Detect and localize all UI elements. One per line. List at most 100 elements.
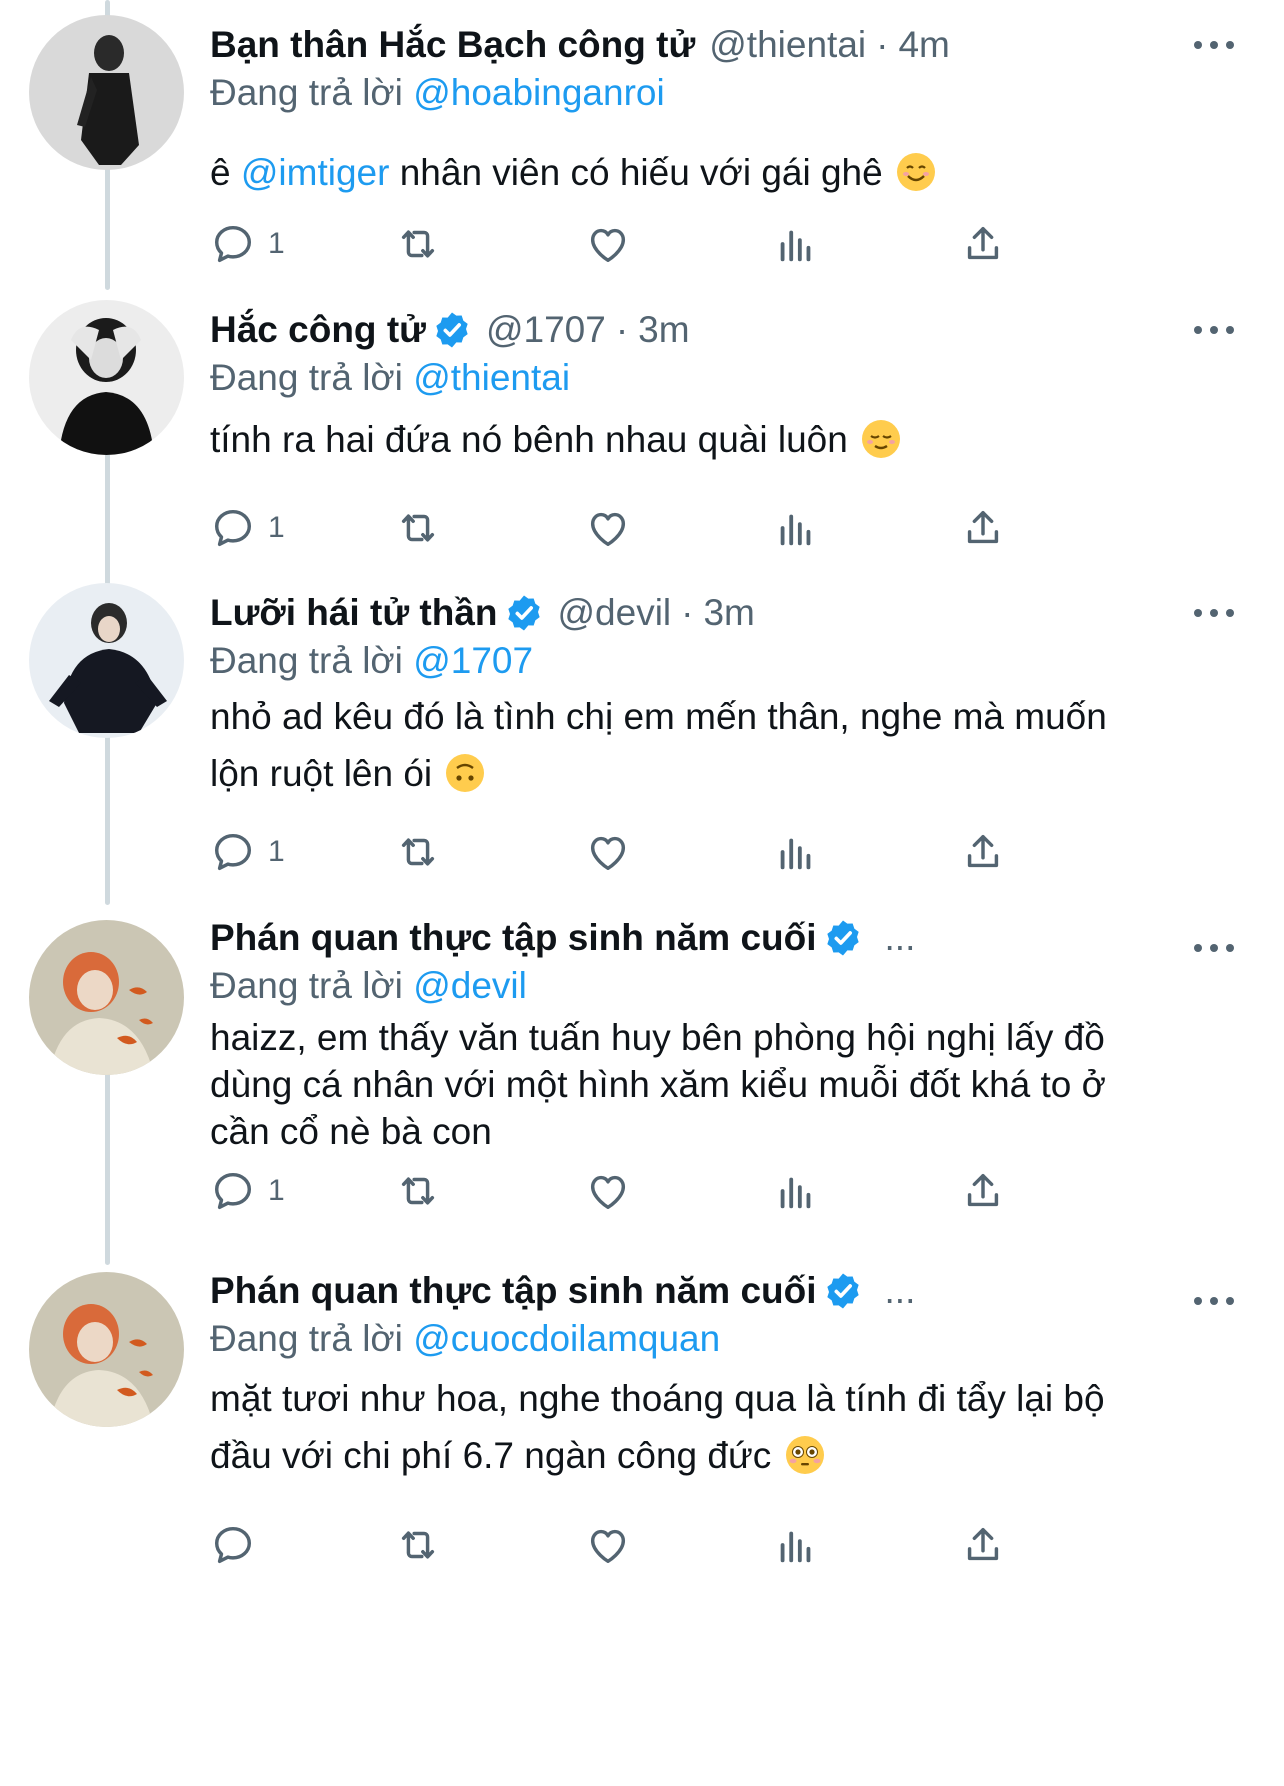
share-button[interactable]: [960, 214, 1006, 274]
tweet-text: ê @imtiger nhân viên có hiếu với gái ghê: [210, 148, 1224, 198]
more-options-icon[interactable]: [1194, 30, 1234, 60]
tweet-text: tính ra hai đứa nó bênh nhau quài luôn: [210, 415, 1224, 465]
flushed-face-icon: [785, 1436, 824, 1474]
reply-button[interactable]: 1: [210, 1161, 285, 1221]
avatar[interactable]: [29, 15, 184, 170]
share-icon: [967, 1173, 999, 1207]
views-button[interactable]: [773, 214, 819, 274]
avatar[interactable]: [29, 920, 184, 1075]
timestamp[interactable]: 3m: [703, 588, 754, 638]
replying-to: Đang trả lời @thientai: [210, 353, 570, 403]
tweet-5[interactable]: Phán quan thực tập sinh năm cuối ... Đan…: [0, 1250, 1284, 1786]
reply-to-mention[interactable]: @hoabinganroi: [413, 72, 665, 113]
retweet-button[interactable]: [395, 498, 441, 558]
text-segment: tính ra hai đứa nó bênh nhau quài luôn: [210, 419, 848, 460]
separator: ·: [876, 24, 889, 65]
more-options-icon[interactable]: [1194, 1286, 1234, 1316]
retweet-icon: [401, 230, 435, 258]
heart-icon: [590, 1529, 626, 1564]
share-icon: [967, 510, 999, 544]
tweet-actions: [210, 1515, 1140, 1575]
replying-to: Đang trả lời @cuocdoilamquan: [210, 1314, 720, 1364]
verified-badge-icon: [504, 593, 544, 633]
user-handle[interactable]: @thientai: [709, 20, 866, 70]
text-line: dùng cá nhân với một hình xăm kiểu muỗi …: [210, 1064, 1106, 1105]
text-line: cần cổ nè bà con: [210, 1111, 492, 1152]
reply-count: 1: [268, 511, 285, 544]
text-line: mặt tươi như hoa, nghe thoáng qua là tín…: [210, 1378, 1105, 1419]
tweet-header: Phán quan thực tập sinh năm cuối ...: [210, 1266, 1174, 1316]
retweet-button[interactable]: [395, 1515, 441, 1575]
reply-button[interactable]: [210, 1515, 268, 1575]
retweet-button[interactable]: [395, 214, 441, 274]
more-options-icon[interactable]: [1194, 933, 1234, 963]
like-button[interactable]: [585, 1161, 631, 1221]
tweet-1[interactable]: Bạn thân Hắc Bạch công tử @thientai · 4m…: [0, 0, 1284, 290]
text-line: nhỏ ad kêu đó là tình chị em mến thân, n…: [210, 696, 1107, 737]
share-button[interactable]: [960, 498, 1006, 558]
reply-button[interactable]: 1: [210, 498, 285, 558]
replying-to: Đang trả lời @hoabinganroi: [210, 68, 665, 118]
analytics-icon: [780, 230, 811, 262]
reply-to-mention[interactable]: @cuocdoilamquan: [413, 1318, 720, 1359]
share-button[interactable]: [960, 1515, 1006, 1575]
display-name[interactable]: Hắc công tử: [210, 305, 426, 355]
mention-link[interactable]: @imtiger: [241, 152, 390, 193]
user-handle[interactable]: @devil: [558, 588, 672, 638]
reply-count: 1: [268, 835, 285, 868]
avatar[interactable]: [29, 1272, 184, 1427]
share-button[interactable]: [960, 822, 1006, 882]
more-options-icon[interactable]: [1194, 598, 1234, 628]
views-button[interactable]: [773, 498, 819, 558]
reply-to-mention[interactable]: @thientai: [413, 357, 570, 398]
share-button[interactable]: [960, 1161, 1006, 1221]
views-button[interactable]: [773, 822, 819, 882]
heart-icon: [590, 836, 626, 871]
reply-button[interactable]: 1: [210, 214, 285, 274]
retweet-button[interactable]: [395, 822, 441, 882]
reply-to-mention[interactable]: @devil: [413, 965, 527, 1006]
like-button[interactable]: [585, 214, 631, 274]
heart-icon: [590, 228, 626, 263]
tweet-header: Bạn thân Hắc Bạch công tử @thientai · 4m: [210, 20, 1174, 70]
text-segment: nhân viên có hiếu với gái ghê: [389, 152, 883, 193]
reply-button[interactable]: 1: [210, 822, 285, 882]
retweet-button[interactable]: [395, 1161, 441, 1221]
tweet-text: haizz, em thấy văn tuấn huy bên phòng hộ…: [210, 1014, 1224, 1155]
reply-count: 1: [268, 227, 285, 260]
like-button[interactable]: [585, 1515, 631, 1575]
text-line: haizz, em thấy văn tuấn huy bên phòng hộ…: [210, 1017, 1105, 1058]
tweet-4[interactable]: Phán quan thực tập sinh năm cuối ... Đan…: [0, 898, 1284, 1248]
tweet-header: Phán quan thực tập sinh năm cuối ...: [210, 913, 1174, 963]
tweet-header: Lưỡi hái tử thần @devil · 3m: [210, 588, 1174, 638]
like-button[interactable]: [585, 822, 631, 882]
more-options-icon[interactable]: [1194, 315, 1234, 345]
reply-to-mention[interactable]: @1707: [413, 640, 533, 681]
display-name[interactable]: Bạn thân Hắc Bạch công tử: [210, 20, 695, 70]
upside-down-face-icon: [446, 754, 485, 792]
views-button[interactable]: [773, 1161, 819, 1221]
smiling-face-icon: [897, 153, 935, 191]
display-name[interactable]: Lưỡi hái tử thần: [210, 588, 498, 638]
user-handle[interactable]: @1707: [486, 305, 606, 355]
avatar[interactable]: [29, 583, 184, 738]
replying-label: Đang trả lời: [210, 72, 403, 113]
display-name[interactable]: Phán quan thực tập sinh năm cuối: [210, 913, 817, 963]
views-button[interactable]: [773, 1515, 819, 1575]
replying-label: Đang trả lời: [210, 965, 403, 1006]
text-line: lộn ruột lên ói: [210, 753, 433, 794]
reply-icon: [214, 833, 252, 871]
like-button[interactable]: [585, 498, 631, 558]
tweet-2[interactable]: Hắc công tử @1707 · 3m Đang trả lời @thi…: [0, 285, 1284, 570]
relieved-face-icon: [862, 420, 901, 458]
avatar[interactable]: [29, 300, 184, 455]
reply-icon: [214, 1526, 252, 1564]
tweet-3[interactable]: Lưỡi hái tử thần @devil · 3m Đang trả lờ…: [0, 568, 1284, 898]
verified-badge-icon: [823, 918, 863, 958]
share-icon: [967, 226, 999, 260]
timestamp[interactable]: 4m: [898, 20, 949, 70]
analytics-icon: [780, 838, 811, 870]
display-name[interactable]: Phán quan thực tập sinh năm cuối: [210, 1266, 817, 1316]
retweet-icon: [401, 1531, 435, 1559]
timestamp[interactable]: 3m: [638, 305, 689, 355]
